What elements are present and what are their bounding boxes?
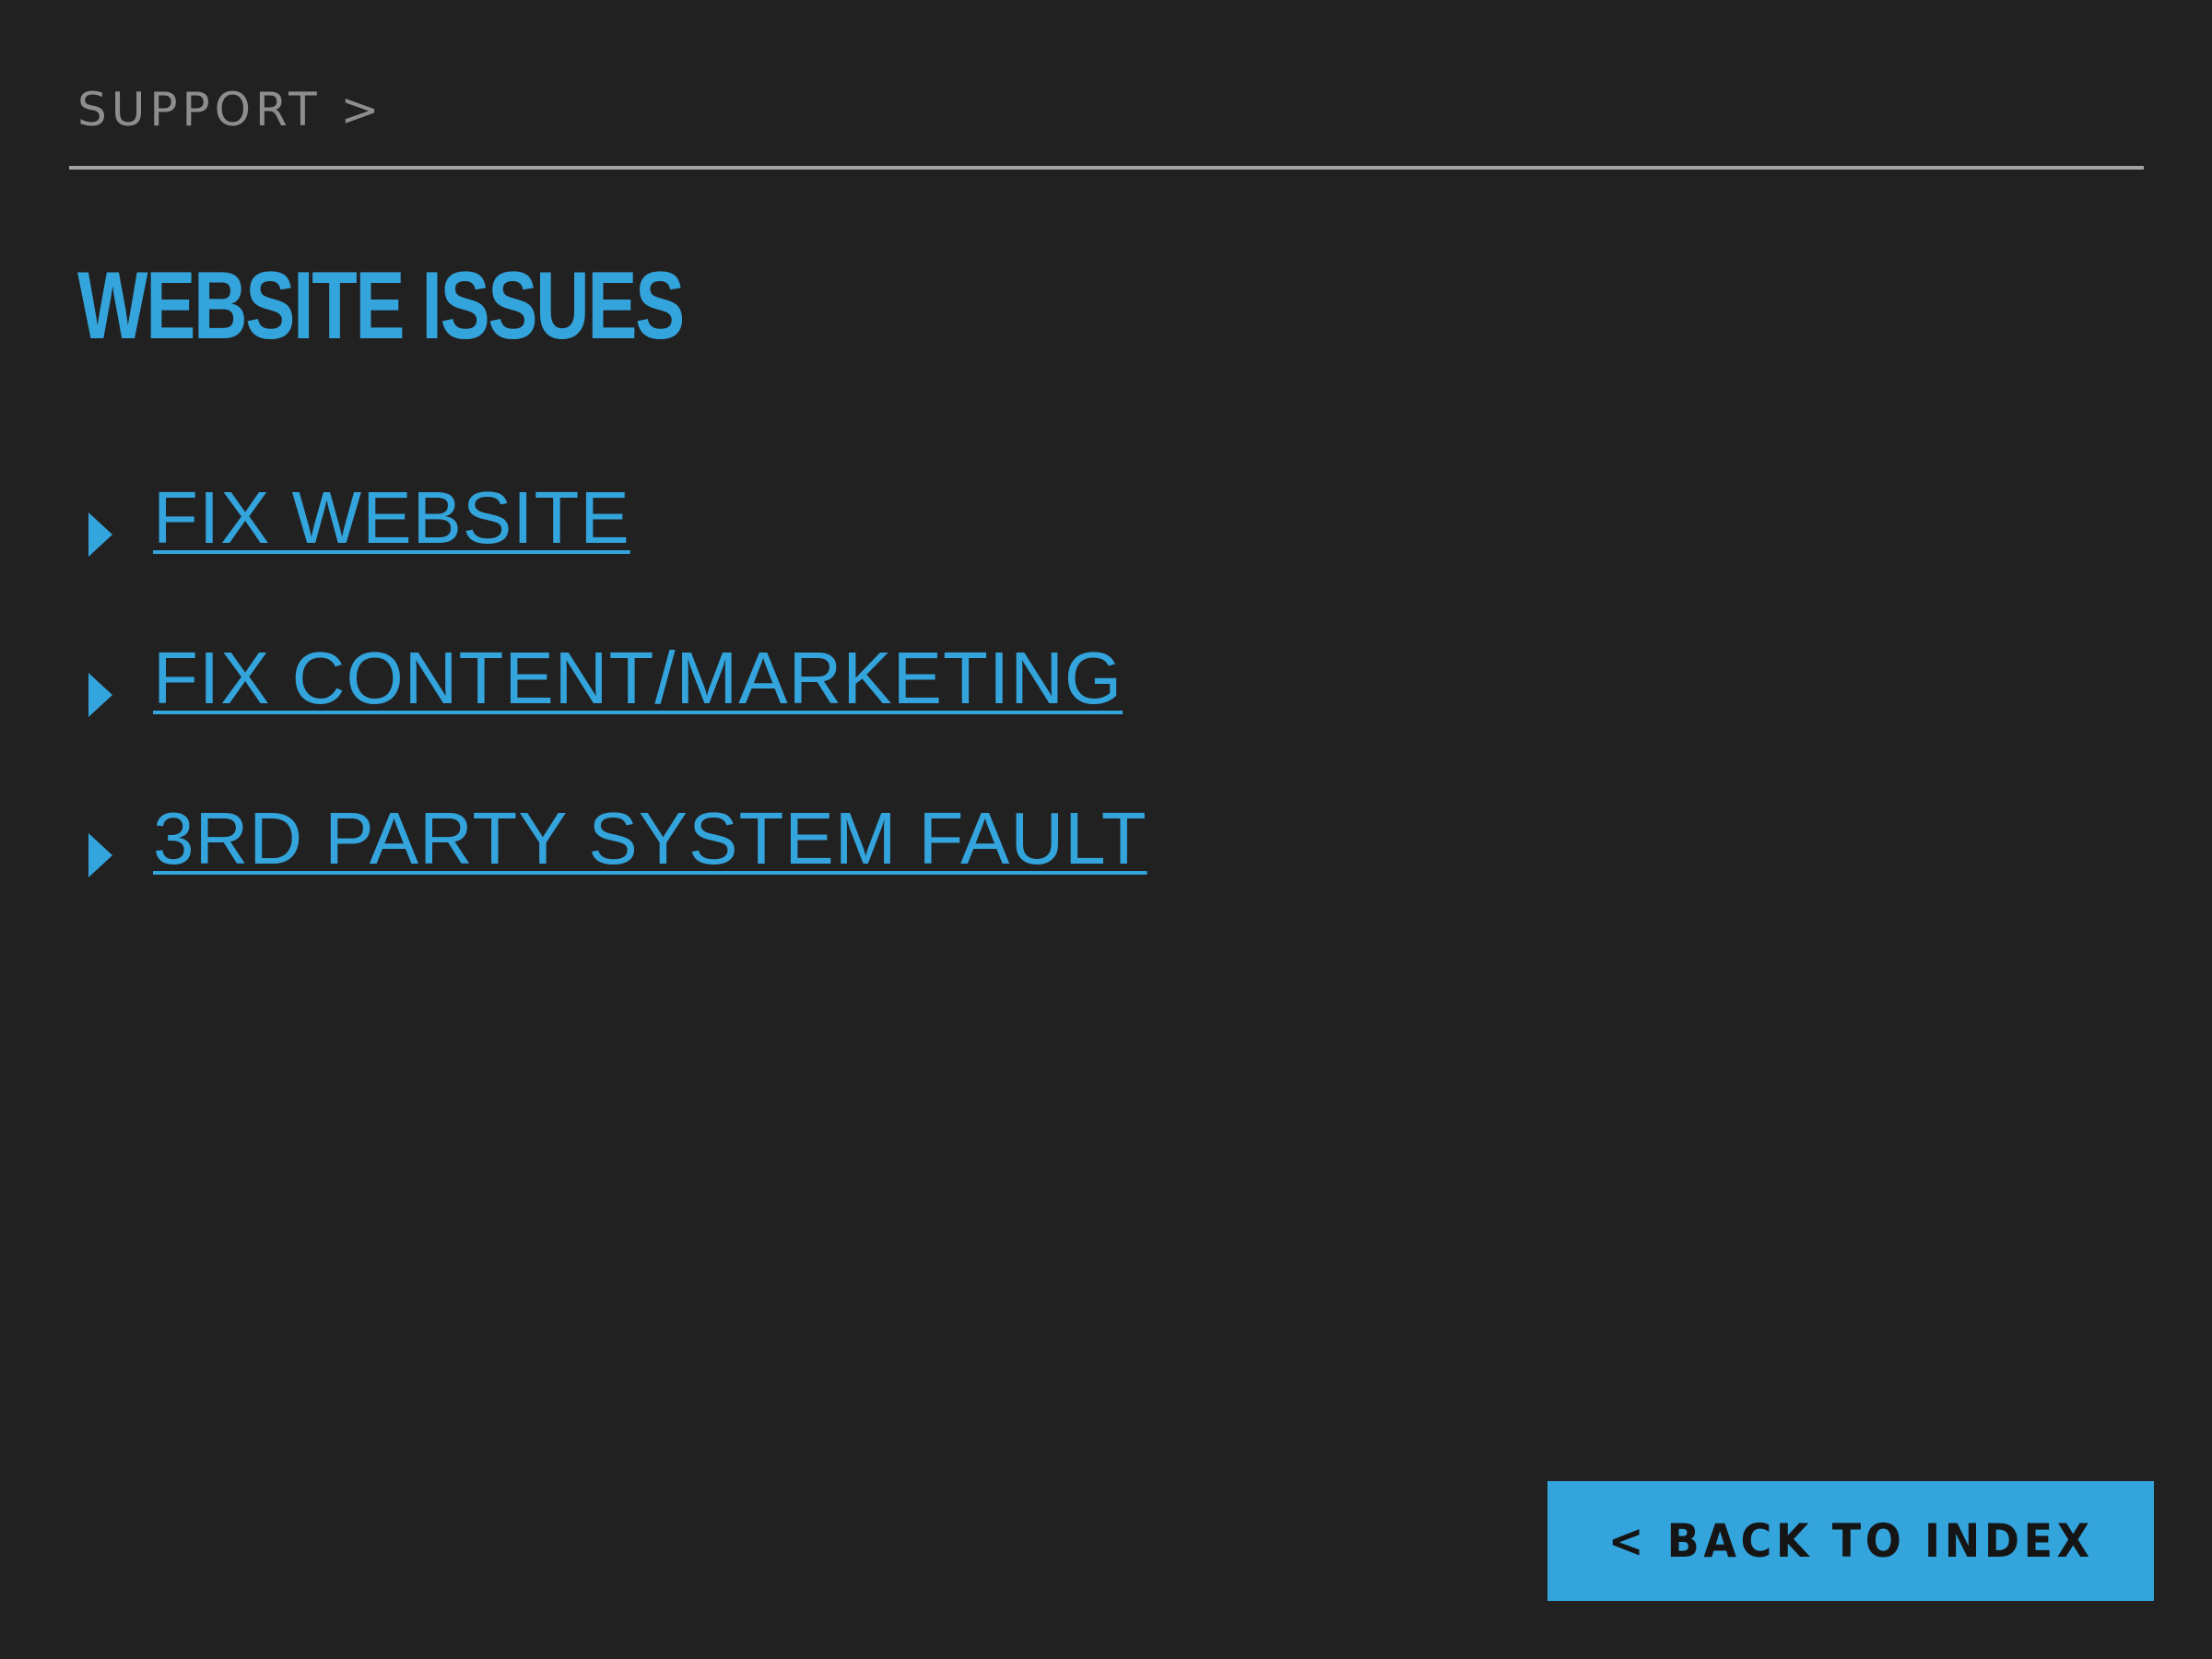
triangle-right-icon [88,673,112,717]
fix-website-link[interactable]: FIX WEBSITE [153,481,630,555]
back-to-index-label: < BACK TO INDEX [1607,1514,2094,1568]
triangle-right-icon [88,512,112,557]
third-party-system-fault-link[interactable]: 3RD PARTY SYSTEM FAULT [153,802,1147,876]
triangle-right-icon [88,833,112,877]
page-title: WEBSITE ISSUES [77,253,685,359]
header-divider [69,166,2144,170]
back-to-index-button[interactable]: < BACK TO INDEX [1547,1481,2154,1601]
fix-content-marketing-link[interactable]: FIX CONTENT/MARKETING [153,641,1123,715]
breadcrumb[interactable]: SUPPORT > [77,87,383,133]
